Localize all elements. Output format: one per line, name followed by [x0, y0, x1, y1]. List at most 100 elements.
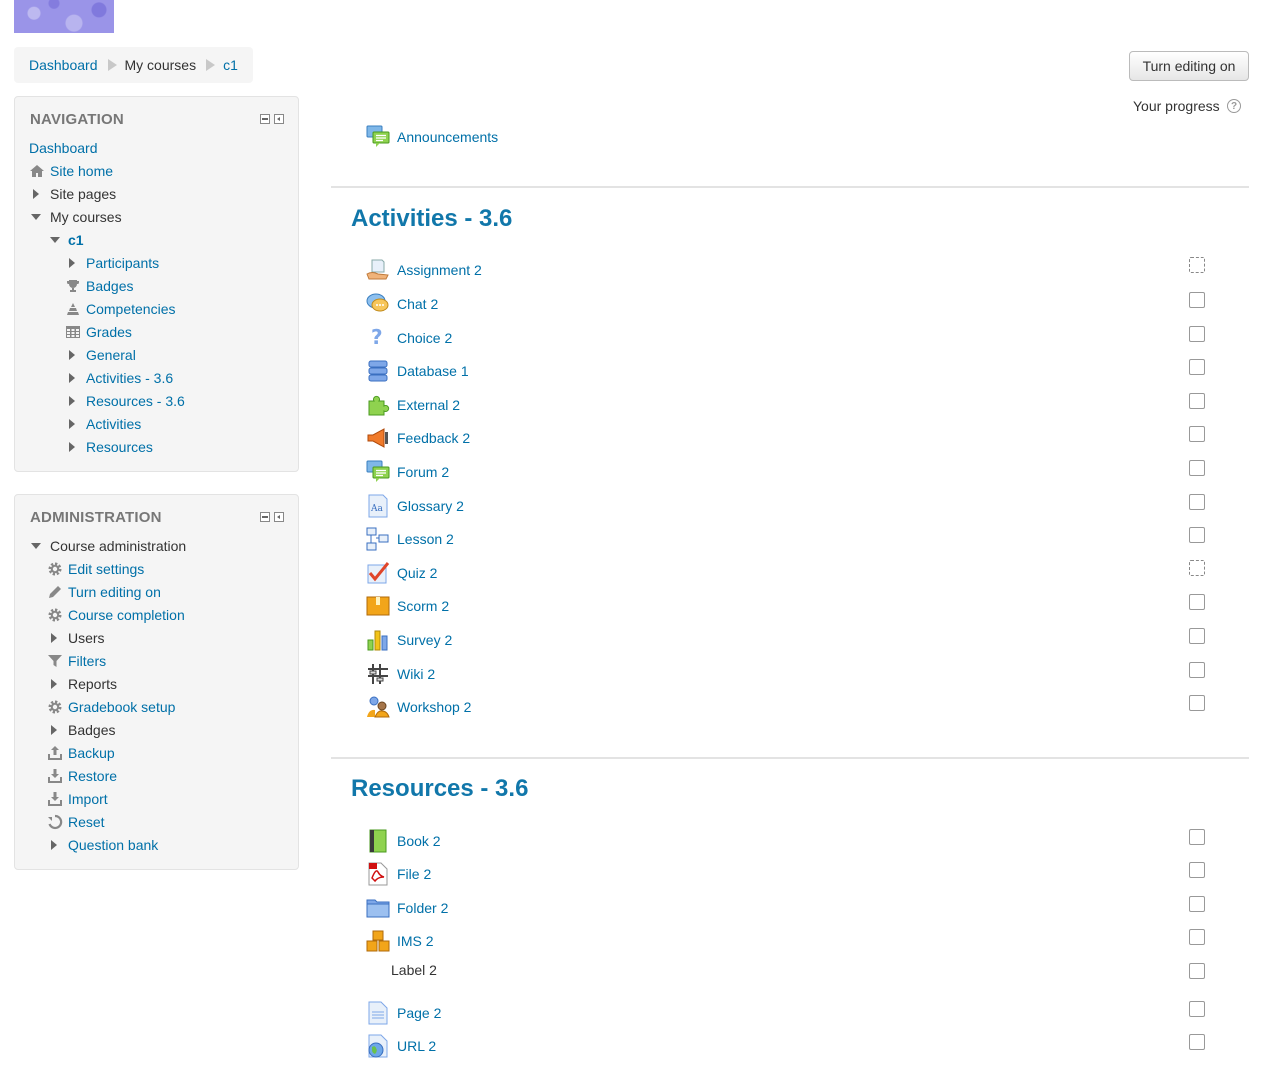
completion-checkbox[interactable]: [1189, 929, 1205, 945]
activities-section-title[interactable]: Activities - 3.6: [351, 205, 512, 233]
admin-gradebook-setup[interactable]: Gradebook setup: [47, 697, 175, 717]
resource-link[interactable]: Book 2: [397, 833, 441, 849]
admin-import[interactable]: Import: [47, 789, 108, 809]
nav-course-c1[interactable]: c1: [50, 230, 84, 250]
nav-resources-link[interactable]: Resources: [86, 439, 153, 455]
breadcrumb-course[interactable]: c1: [223, 57, 238, 73]
nav-general[interactable]: General: [69, 345, 136, 365]
completion-checkbox[interactable]: [1189, 326, 1205, 342]
admin-question-bank[interactable]: Question bank: [51, 835, 158, 855]
hide-block-icon[interactable]: [260, 512, 270, 522]
breadcrumb-dashboard[interactable]: Dashboard: [29, 57, 98, 73]
activity-quiz[interactable]: Quiz 2: [366, 561, 437, 585]
resource-link[interactable]: Folder 2: [397, 900, 448, 916]
nav-grades[interactable]: Grades: [65, 322, 132, 342]
activity-glossary[interactable]: Aa Glossary 2: [366, 494, 464, 518]
admin-turn-editing-on[interactable]: Turn editing on: [47, 582, 161, 602]
announcements-link[interactable]: Announcements: [397, 129, 498, 145]
admin-backup[interactable]: Backup: [47, 743, 115, 763]
completion-checkbox[interactable]: [1189, 460, 1205, 476]
completion-checkbox[interactable]: [1189, 594, 1205, 610]
resource-link[interactable]: IMS 2: [397, 933, 434, 949]
completion-checkbox[interactable]: [1189, 662, 1205, 678]
activity-database[interactable]: Database 1: [366, 359, 469, 383]
activity-choice[interactable]: ? Choice 2: [366, 325, 452, 350]
resource-folder[interactable]: Folder 2: [366, 896, 448, 920]
resource-book[interactable]: Book 2: [366, 829, 441, 853]
nav-activities-36-link[interactable]: Activities - 3.6: [86, 370, 173, 386]
completion-checkbox[interactable]: [1189, 963, 1205, 979]
completion-checkbox[interactable]: [1189, 292, 1205, 308]
activity-survey[interactable]: Survey 2: [366, 628, 452, 652]
completion-checkbox[interactable]: [1189, 1001, 1205, 1017]
resource-ims[interactable]: IMS 2: [366, 929, 434, 953]
admin-course-completion[interactable]: Course completion: [47, 605, 185, 625]
admin-users[interactable]: Users: [51, 628, 105, 648]
activity-link[interactable]: Assignment 2: [397, 262, 482, 278]
activity-forum[interactable]: Forum 2: [366, 460, 449, 484]
activity-link[interactable]: Quiz 2: [397, 565, 437, 581]
dock-block-icon[interactable]: [274, 512, 284, 522]
activity-link[interactable]: Scorm 2: [397, 598, 449, 614]
turn-editing-on-button[interactable]: Turn editing on: [1129, 51, 1249, 81]
admin-course-completion-link[interactable]: Course completion: [68, 607, 185, 623]
activity-link[interactable]: External 2: [397, 397, 460, 413]
activity-link[interactable]: Forum 2: [397, 464, 449, 480]
admin-course-administration[interactable]: Course administration: [31, 536, 186, 556]
admin-import-link[interactable]: Import: [68, 791, 108, 807]
admin-turn-editing-on-link[interactable]: Turn editing on: [68, 584, 161, 600]
nav-general-link[interactable]: General: [86, 347, 136, 363]
activity-link[interactable]: Feedback 2: [397, 430, 470, 446]
nav-participants-link[interactable]: Participants: [86, 255, 159, 271]
dock-block-icon[interactable]: [274, 114, 284, 124]
completion-checkbox[interactable]: [1189, 560, 1205, 576]
completion-checkbox[interactable]: [1189, 257, 1205, 273]
nav-badges-link[interactable]: Badges: [86, 278, 133, 294]
activity-wiki[interactable]: Wiki 2: [366, 662, 435, 686]
activity-chat[interactable]: Chat 2: [366, 292, 438, 316]
activity-link[interactable]: Choice 2: [397, 330, 452, 346]
help-icon[interactable]: ?: [1227, 99, 1241, 113]
announcements-item[interactable]: Announcements: [366, 125, 498, 149]
nav-competencies-link[interactable]: Competencies: [86, 301, 176, 317]
admin-restore-link[interactable]: Restore: [68, 768, 117, 784]
activity-link[interactable]: Lesson 2: [397, 531, 454, 547]
activity-scorm[interactable]: Scorm 2: [366, 594, 449, 618]
completion-checkbox[interactable]: [1189, 896, 1205, 912]
completion-checkbox[interactable]: [1189, 695, 1205, 711]
nav-site-pages[interactable]: Site pages: [33, 184, 116, 204]
activity-feedback[interactable]: Feedback 2: [366, 426, 470, 450]
completion-checkbox[interactable]: [1189, 494, 1205, 510]
nav-competencies[interactable]: Competencies: [65, 299, 176, 319]
resource-link[interactable]: File 2: [397, 866, 431, 882]
admin-edit-settings[interactable]: Edit settings: [47, 559, 144, 579]
completion-checkbox[interactable]: [1189, 426, 1205, 442]
nav-resources-36-link[interactable]: Resources - 3.6: [86, 393, 185, 409]
site-logo[interactable]: [14, 0, 114, 33]
nav-dashboard-link[interactable]: Dashboard: [29, 140, 98, 156]
completion-checkbox[interactable]: [1189, 829, 1205, 845]
activity-link[interactable]: Wiki 2: [397, 666, 435, 682]
resource-page[interactable]: Page 2: [366, 1001, 441, 1025]
completion-checkbox[interactable]: [1189, 1034, 1205, 1050]
activity-external[interactable]: External 2: [366, 393, 460, 417]
activity-link[interactable]: Workshop 2: [397, 699, 471, 715]
completion-checkbox[interactable]: [1189, 393, 1205, 409]
resource-file[interactable]: File 2: [366, 862, 431, 886]
resource-link[interactable]: Page 2: [397, 1005, 441, 1021]
hide-block-icon[interactable]: [260, 114, 270, 124]
admin-edit-settings-link[interactable]: Edit settings: [68, 561, 144, 577]
nav-site-home-link[interactable]: Site home: [50, 163, 113, 179]
activity-workshop[interactable]: Workshop 2: [366, 695, 471, 719]
nav-resources-36[interactable]: Resources - 3.6: [69, 391, 185, 411]
admin-reset[interactable]: Reset: [47, 812, 105, 832]
admin-filters[interactable]: Filters: [47, 651, 106, 671]
activity-lesson[interactable]: Lesson 2: [366, 527, 454, 551]
completion-checkbox[interactable]: [1189, 862, 1205, 878]
resource-link[interactable]: URL 2: [397, 1038, 436, 1054]
completion-checkbox[interactable]: [1189, 359, 1205, 375]
nav-course-link[interactable]: c1: [68, 232, 84, 248]
admin-badges[interactable]: Badges: [51, 720, 115, 740]
nav-resources[interactable]: Resources: [69, 437, 153, 457]
activity-link[interactable]: Database 1: [397, 363, 469, 379]
